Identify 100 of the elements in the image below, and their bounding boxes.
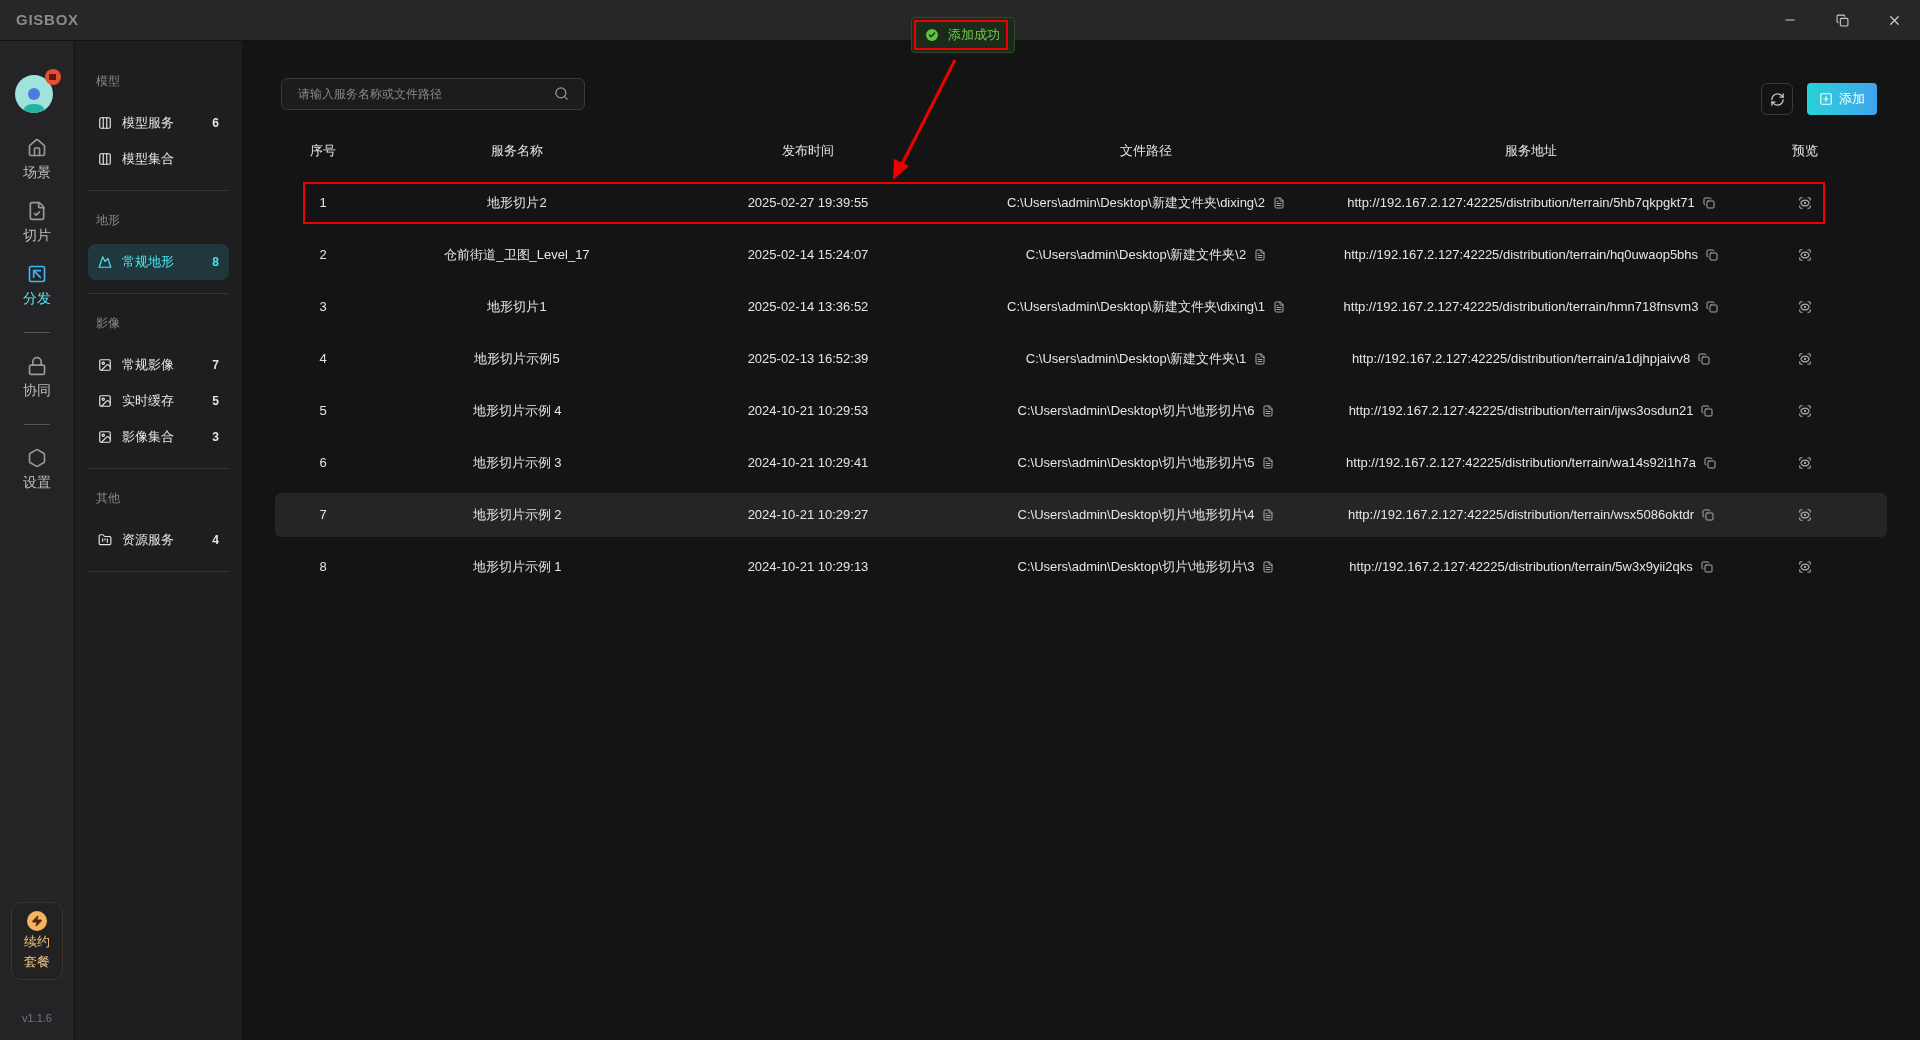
section-title: 地形 — [94, 212, 121, 229]
item-label: 常规影像 — [121, 356, 175, 375]
table-cell-text: http://192.167.2.127:42225/distribution/terrain/wa14s92i1h7a — [1346, 454, 1696, 473]
sidebar-item[interactable]: 常规地形 8 — [87, 244, 229, 280]
document-icon[interactable] — [1262, 509, 1275, 521]
document-icon[interactable] — [1254, 353, 1267, 365]
item-count: 7 — [212, 357, 219, 374]
document-icon[interactable] — [1262, 457, 1275, 469]
image-icon — [97, 358, 112, 372]
rail-item[interactable]: 设置 — [23, 439, 51, 502]
preview-icon[interactable] — [1798, 300, 1812, 314]
lock-icon — [27, 356, 47, 376]
table-row[interactable]: 7 地形切片示例 2 2024-10-21 10:29:27 C:\Users\admin\Desktop\切片\地形切片\4 http://192.167.2.127:42225/distribution/terrain/wsx5086oktdr — [275, 493, 1887, 537]
item-label: 资源服务 — [121, 531, 175, 550]
table-cell-text: C:\Users\admin\Desktop\切片\地形切片\3 — [1017, 558, 1255, 577]
table-cell-text: http://192.167.2.127:42225/distribution/terrain/hq0uwaop5bhs — [1343, 246, 1699, 265]
flag-badge-icon — [45, 69, 61, 85]
table-cell-text: 2025-02-14 13:36:52 — [747, 298, 869, 317]
table-row[interactable]: 2 仓前街道_卫图_Level_17 2025-02-14 15:24:07 C:\Users\admin\Desktop\新建文件夹\2 http://192.167.2.127:42225/distribution/terrain/hq0uwaop5bhs — [275, 233, 1887, 277]
mountain-icon — [97, 255, 112, 269]
lightning-icon — [27, 910, 47, 931]
document-icon[interactable] — [1272, 197, 1285, 209]
table-cell-text: http://192.167.2.127:42225/distribution/terrain/hmn718fnsvm3 — [1343, 298, 1699, 317]
copy-icon[interactable] — [1700, 561, 1713, 573]
table-row[interactable]: 4 地形切片示例5 2025-02-13 16:52:39 C:\Users\admin\Desktop\新建文件夹\1 http://192.167.2.127:42225/distribution/terrain/a1djhpjaivv8 — [275, 337, 1887, 381]
table-cell-text: http://192.167.2.127:42225/distribution/terrain/a1djhpjaivv8 — [1351, 350, 1691, 369]
table-cell-text: 2025-02-27 19:39:55 — [747, 194, 869, 213]
rail-item[interactable]: 切片 — [23, 192, 51, 255]
person-icon — [22, 85, 46, 113]
sidebar-item[interactable]: 模型集合 — [87, 141, 229, 177]
sidebar-item[interactable]: 常规影像 7 — [87, 347, 229, 383]
folder-icon — [97, 533, 112, 547]
copy-icon[interactable] — [1698, 353, 1711, 365]
table-row[interactable]: 6 地形切片示例 3 2024-10-21 10:29:41 C:\Users\admin\Desktop\切片\地形切片\5 http://192.167.2.127:42225/distribution/terrain/wa14s92i1h7a — [275, 441, 1887, 485]
table-row[interactable]: 3 地形切片1 2025-02-14 13:36:52 C:\Users\admin\Desktop\新建文件夹\dixing\1 http://192.167.2.127:42225/distribution/terrain/hmn718fnsvm3 — [275, 285, 1887, 329]
copy-icon[interactable] — [1701, 405, 1714, 417]
item-label: 常规地形 — [121, 253, 175, 272]
preview-icon[interactable] — [1798, 508, 1812, 522]
table-cell-text: 地形切片示例 1 — [472, 558, 562, 577]
copy-icon[interactable] — [1703, 457, 1716, 469]
table-row[interactable]: 8 地形切片示例 1 2024-10-21 10:29:13 C:\Users\admin\Desktop\切片\地形切片\3 http://192.167.2.127:42225/distribution/terrain/5w3x9yii2qks — [275, 545, 1887, 589]
table-cell-text: 1 — [319, 194, 327, 213]
table-cell-text: 地形切片示例 3 — [472, 454, 562, 473]
sidebar-item[interactable]: 模型服务 6 — [87, 105, 229, 141]
item-label: 模型集合 — [121, 150, 175, 169]
table-cell-text: http://192.167.2.127:42225/distribution/terrain/ijws3osdun21 — [1348, 402, 1694, 421]
document-icon[interactable] — [1262, 561, 1275, 573]
copy-icon[interactable] — [1702, 509, 1715, 521]
table-cell-text: 2024-10-21 10:29:41 — [747, 454, 869, 473]
document-icon[interactable] — [1272, 301, 1285, 313]
rail-item[interactable]: 协同 — [23, 347, 51, 410]
file-check-icon — [27, 201, 47, 221]
table-row[interactable]: 1 地形切片2 2025-02-27 19:39:55 C:\Users\admin\Desktop\新建文件夹\dixing\2 http://192.167.2.127:42225/distribution/terrain/5hb7qkpgkt71 — [275, 181, 1887, 225]
table-cell-text: 地形切片1 — [487, 298, 547, 317]
table-cell-text: 地形切片示例 2 — [472, 506, 562, 525]
rail-item[interactable]: 场景 — [23, 129, 51, 192]
copy-icon[interactable] — [1706, 249, 1719, 261]
sidebar-item[interactable]: 实时缓存 5 — [87, 383, 229, 419]
item-label: 实时缓存 — [121, 392, 175, 411]
column-header: 预览 — [1792, 142, 1818, 161]
preview-icon[interactable] — [1798, 352, 1812, 366]
item-count: 5 — [212, 393, 219, 410]
copy-icon[interactable] — [1702, 197, 1715, 209]
app-logo: GISBOX — [16, 9, 79, 30]
copy-icon[interactable] — [1706, 301, 1719, 313]
table-cell-text: 2025-02-14 15:24:07 — [747, 246, 869, 265]
column-header: 服务名称 — [491, 142, 543, 161]
table-row[interactable]: 5 地形切片示例 4 2024-10-21 10:29:53 C:\Users\admin\Desktop\切片\地形切片\6 http://192.167.2.127:42225/distribution/terrain/ijws3osdun21 — [275, 389, 1887, 433]
hexagon-icon — [27, 448, 47, 468]
sidebar-item[interactable]: 资源服务 4 — [87, 522, 229, 558]
table-cell-text: C:\Users\admin\Desktop\新建文件夹\dixing\1 — [1007, 298, 1265, 317]
search-icon — [554, 86, 569, 101]
columns-icon — [97, 116, 112, 130]
preview-icon[interactable] — [1798, 560, 1812, 574]
image-icon — [97, 394, 112, 408]
refresh-button[interactable] — [1761, 83, 1793, 115]
table-cell-text: 7 — [319, 506, 327, 525]
table-cell-text: C:\Users\admin\Desktop\新建文件夹\dixing\2 — [1007, 194, 1265, 213]
document-icon[interactable] — [1254, 249, 1267, 261]
document-icon[interactable] — [1262, 405, 1275, 417]
sidebar-item[interactable]: 影像集合 3 — [87, 419, 229, 455]
avatar[interactable] — [15, 75, 53, 113]
table-cell-text: C:\Users\admin\Desktop\切片\地形切片\5 — [1017, 454, 1255, 473]
item-label: 影像集合 — [121, 428, 175, 447]
section-title: 影像 — [94, 315, 121, 332]
column-header: 文件路径 — [1120, 142, 1172, 161]
version-label: v1.1.6 — [22, 1010, 52, 1026]
item-count: 3 — [212, 429, 219, 446]
preview-icon[interactable] — [1798, 196, 1812, 210]
preview-icon[interactable] — [1798, 456, 1812, 470]
preview-icon[interactable] — [1798, 404, 1812, 418]
preview-icon[interactable] — [1798, 248, 1812, 262]
table-cell-text: C:\Users\admin\Desktop\新建文件夹\2 — [1025, 246, 1247, 265]
column-header: 序号 — [310, 142, 336, 161]
arrow-square-icon — [27, 264, 47, 284]
rail-item[interactable]: 分发 — [23, 255, 51, 318]
table-cell-text: 地形切片2 — [487, 194, 547, 213]
table-cell-text: http://192.167.2.127:42225/distribution/terrain/5w3x9yii2qks — [1349, 558, 1693, 577]
search-field[interactable]: 请输入服务名称或文件路径 — [281, 78, 585, 110]
renew-plan-button[interactable]: 续约 套餐 — [11, 901, 63, 980]
